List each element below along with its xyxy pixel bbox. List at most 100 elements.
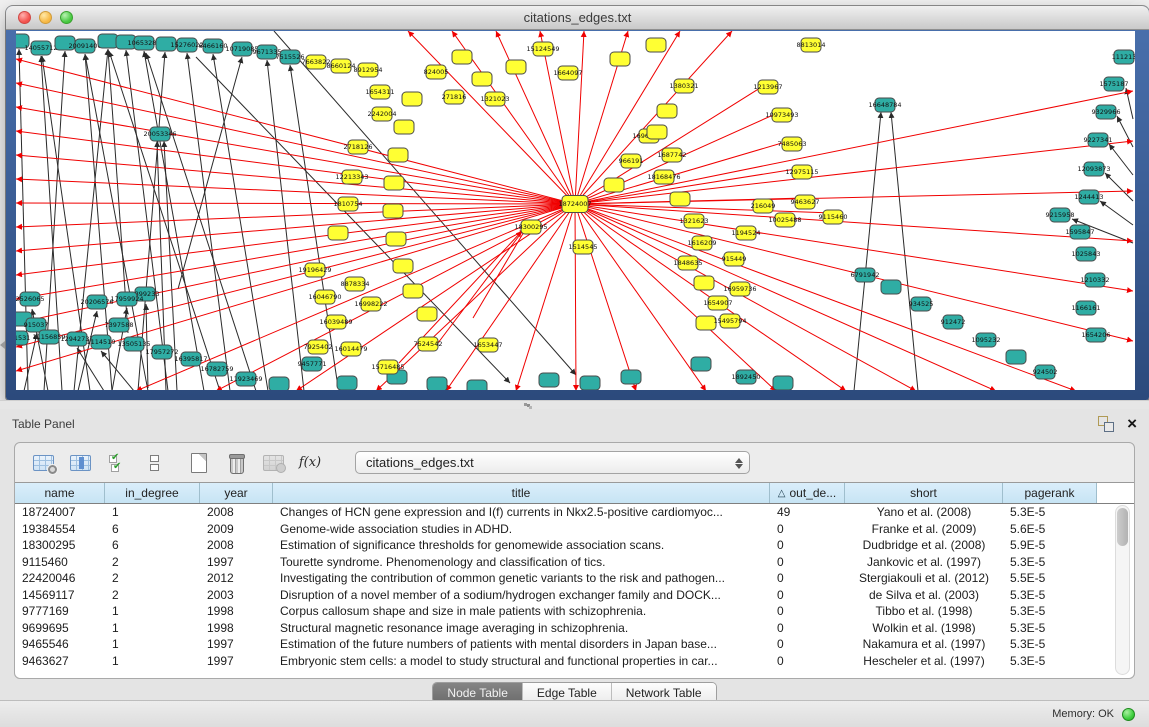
graph-node[interactable]: 15495794 [713,314,746,328]
graph-node[interactable]: 1687742 [658,148,687,162]
graph-node[interactable]: 1321623 [680,214,709,228]
show-columns-button[interactable] [66,449,94,477]
graph-edge[interactable] [267,60,304,390]
graph-node[interactable]: 271816 [442,90,467,104]
graph-node[interactable]: 1114519 [87,335,116,349]
graph-node[interactable]: 1025843 [1072,247,1101,261]
graph-node[interactable]: 14055712 [24,41,57,55]
graph-edge[interactable] [473,225,528,318]
graph-edge[interactable] [16,204,575,227]
graph-node[interactable] [580,376,600,390]
graph-edge[interactable] [16,204,575,251]
graph-edge[interactable] [891,112,918,390]
graph-node[interactable] [773,376,793,390]
graph-node[interactable]: 9215958 [1046,208,1075,222]
graph-node[interactable] [384,176,404,190]
table-row[interactable]: 1872400712008Changes of HCN gene express… [15,504,1134,521]
graph-node[interactable]: 1514545 [569,240,598,254]
graph-node[interactable]: 1095232 [972,333,1001,347]
scrollbar-thumb[interactable] [1117,508,1128,546]
table-row[interactable]: 969969511998Structural magnetic resonanc… [15,620,1134,637]
graph-node[interactable]: 18724007 [558,196,591,213]
table-row[interactable]: 1456911722003Disruption of a novel membe… [15,587,1134,604]
table-row[interactable]: 977716911998Corpus callosum shape and si… [15,603,1134,620]
table-row[interactable]: 1830029562008Estimation of significance … [15,537,1134,554]
graph-edge[interactable] [540,31,575,204]
graph-node[interactable]: 15124549 [526,42,559,56]
graph-node[interactable]: 6466160 [199,39,228,53]
graph-node[interactable]: 7397588 [105,318,134,332]
graph-node[interactable]: 216049 [751,199,776,213]
column-header-year[interactable]: year [200,483,273,503]
graph-node[interactable] [402,92,422,106]
graph-node[interactable]: 1321023 [481,92,510,106]
graph-node[interactable]: 18168476 [647,170,680,184]
vertical-scrollbar[interactable] [1115,505,1130,675]
memory-status-icon[interactable] [1122,708,1135,721]
table-row[interactable]: 1938455462009Genome-wide association stu… [15,521,1134,538]
graph-edge[interactable] [101,351,134,390]
graph-node[interactable]: 2718126 [344,140,373,154]
column-header-out_de[interactable]: △out_de... [770,483,845,503]
graph-edge[interactable] [16,107,575,204]
graph-node[interactable] [646,38,666,52]
graph-node[interactable]: 1654311 [366,85,395,99]
graph-edge[interactable] [408,31,575,204]
minimize-window-button[interactable] [39,11,52,24]
row-select-button[interactable] [103,449,131,477]
network-canvas[interactable]: 1405571220091406106532871527602264661601… [16,31,1135,390]
graph-node[interactable]: 20053346 [143,127,176,141]
graph-node[interactable] [269,377,289,390]
graph-node[interactable]: 10973493 [765,108,798,122]
graph-node[interactable]: 8912954 [354,63,383,77]
graph-node[interactable] [694,276,714,290]
graph-node[interactable]: 18300295 [514,220,547,234]
graph-node[interactable]: 6791942 [851,268,880,282]
graph-node[interactable]: 7925402 [304,340,333,354]
graph-node[interactable]: 1664097 [554,66,583,80]
graph-node[interactable]: 16959736 [723,282,756,296]
graph-edge[interactable] [575,204,706,390]
graph-edge[interactable] [146,53,256,390]
rows-button[interactable] [140,449,168,477]
network-window-titlebar[interactable]: citations_edges.txt [6,6,1149,30]
table-row[interactable]: 946362711997Embryonic stem cells: a mode… [15,653,1134,670]
graph-edge[interactable] [16,203,575,204]
graph-edge[interactable] [16,204,575,299]
graph-node[interactable] [383,204,403,218]
graph-node[interactable]: 16998222 [354,297,387,311]
graph-node[interactable]: 9463627 [791,195,820,209]
graph-node[interactable] [417,307,437,321]
graph-node[interactable]: 1848635 [674,256,703,270]
graph-node[interactable] [657,104,677,118]
graph-node[interactable] [403,284,423,298]
graph-node[interactable]: 1244413 [1075,190,1104,204]
graph-node[interactable]: 9329966 [1092,105,1121,119]
column-header-in_degree[interactable]: in_degree [105,483,200,503]
graph-node[interactable]: 391531 [16,331,30,345]
graph-node[interactable]: 16395817 [174,352,207,366]
graph-node[interactable]: 7485063 [778,137,807,151]
horizontal-splitter[interactable] [0,400,1149,409]
graph-node[interactable]: 12213343 [335,170,368,184]
graph-node[interactable]: 11923469 [229,372,262,386]
graph-node[interactable] [621,370,641,384]
graph-node[interactable]: 1892450 [732,370,761,384]
graph-edge[interactable] [496,31,575,204]
graph-node[interactable] [691,357,711,371]
graph-node[interactable]: 20091406 [68,39,101,53]
graph-node[interactable]: 16046790 [308,290,341,304]
graph-node[interactable] [452,50,472,64]
graph-node[interactable]: 1654206 [1082,328,1111,342]
delete-column-button[interactable] [222,449,250,477]
graph-edge[interactable] [575,204,996,390]
panel-collapse-arrow[interactable] [0,341,5,349]
graph-node[interactable] [472,72,492,86]
graph-node[interactable]: 924502 [1033,365,1058,379]
graph-node[interactable]: 9227341 [1084,133,1113,147]
graph-node[interactable] [98,34,118,48]
graph-node[interactable]: 2526065 [16,292,44,306]
graph-edge[interactable] [1109,144,1133,175]
graph-node[interactable]: 16014479 [334,342,367,356]
graph-node[interactable] [386,232,406,246]
